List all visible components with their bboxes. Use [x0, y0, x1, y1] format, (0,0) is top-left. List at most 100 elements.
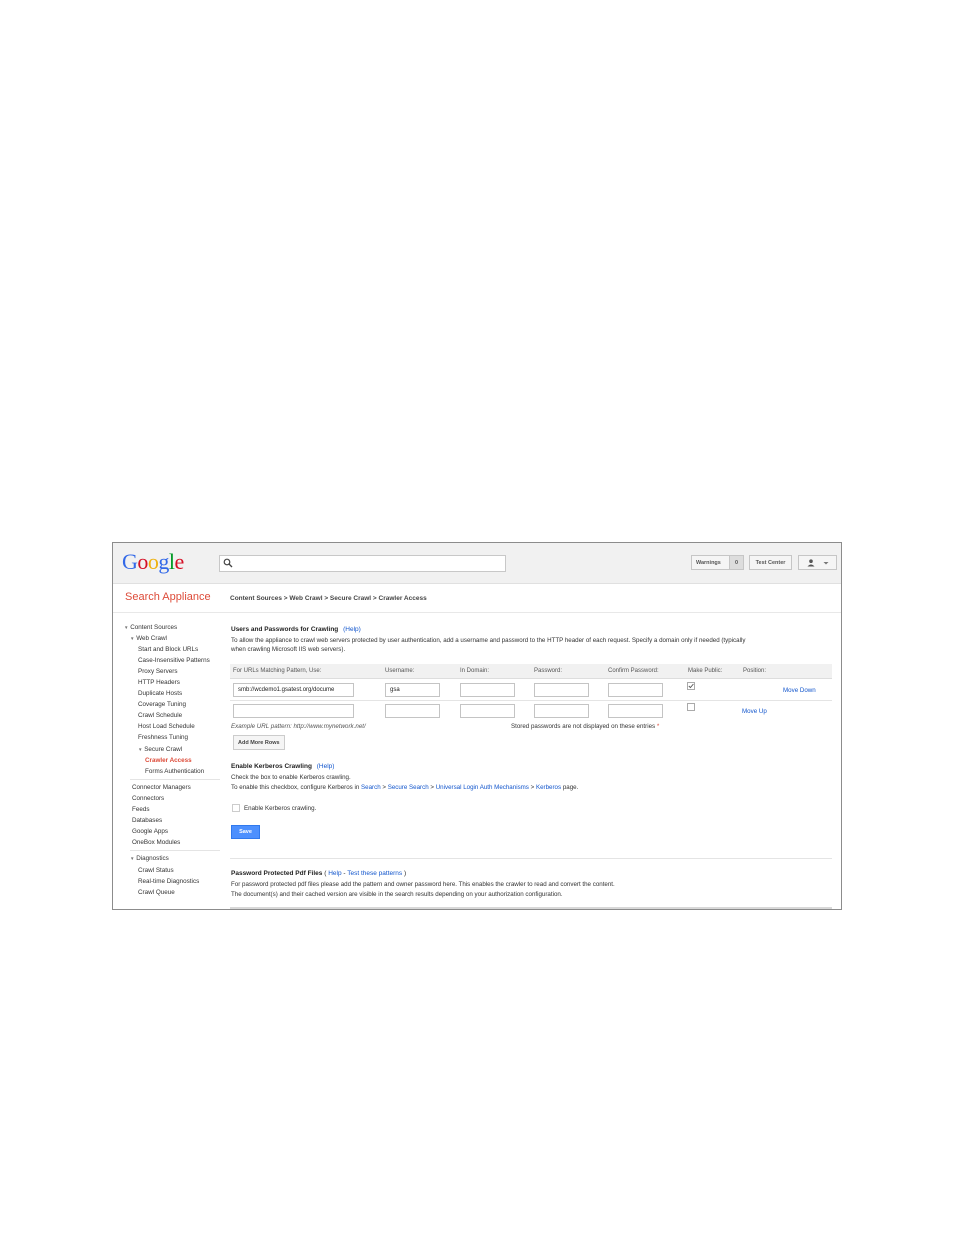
screenshot-frame: Google Warnings 0 Test Center Search App… — [112, 542, 842, 910]
warnings-label: Warnings — [696, 559, 721, 566]
confirm-password-input[interactable] — [608, 683, 663, 697]
col-header-pattern: For URLs Matching Pattern, Use: — [233, 668, 322, 674]
triangle-down-icon: ▼ — [138, 747, 143, 752]
make-public-checkbox[interactable] — [687, 703, 695, 711]
sidebar-item-crawler-access[interactable]: Crawler Access — [145, 757, 192, 764]
sidebar-item-freshness-tuning[interactable]: Freshness Tuning — [138, 734, 188, 741]
sidebar-item-label: Diagnostics — [136, 855, 169, 862]
required-mark: * — [656, 723, 660, 730]
kerberos-description-line1: Check the box to enable Kerberos crawlin… — [231, 774, 351, 781]
confirm-password-input[interactable] — [608, 704, 663, 718]
sidebar-item-crawl-queue[interactable]: Crawl Queue — [138, 889, 175, 896]
sidebar-item-databases[interactable]: Databases — [132, 817, 162, 824]
kerberos-line2-prefix: To enable this checkbox, configure Kerbe… — [231, 784, 360, 791]
search-icon — [223, 558, 233, 568]
pdf-description-line1: For password protected pdf files please … — [231, 881, 615, 888]
enable-kerberos-checkbox[interactable] — [232, 804, 240, 812]
triangle-down-icon: ▼ — [130, 636, 135, 641]
help-link[interactable]: (Help) — [317, 763, 335, 770]
col-header-username: Username: — [385, 668, 415, 674]
username-input[interactable]: gsa — [385, 683, 440, 697]
section-divider — [230, 907, 832, 909]
pattern-input[interactable]: smb://wcdemo1.gsatest.org/docume — [233, 683, 354, 697]
sidebar-divider — [130, 850, 220, 851]
sidebar-item-duplicate-hosts[interactable]: Duplicate Hosts — [138, 690, 182, 697]
sidebar-item-http-headers[interactable]: HTTP Headers — [138, 679, 180, 686]
universal-login-link[interactable]: Universal Login Auth Mechanisms — [436, 784, 529, 791]
col-header-domain: In Domain: — [460, 668, 490, 674]
sidebar-item-onebox-modules[interactable]: OneBox Modules — [132, 839, 180, 846]
google-logo[interactable]: Google — [122, 549, 184, 575]
sidebar-item-google-apps[interactable]: Google Apps — [132, 828, 168, 835]
col-header-position: Position: — [743, 668, 767, 674]
col-header-password: Password: — [534, 668, 563, 674]
help-link[interactable]: (Help) — [343, 626, 361, 633]
sidebar-item-crawl-schedule[interactable]: Crawl Schedule — [138, 712, 182, 719]
user-icon — [807, 558, 814, 566]
triangle-down-icon: ▼ — [130, 856, 135, 861]
sidebar-item-coverage-tuning[interactable]: Coverage Tuning — [138, 701, 186, 708]
password-input[interactable] — [534, 704, 589, 718]
main-content: Users and Passwords for Crawling (Help) … — [230, 613, 834, 909]
save-button[interactable]: Save — [231, 825, 260, 839]
chevron-down-icon — [823, 561, 828, 564]
sidebar-item-host-load-schedule[interactable]: Host Load Schedule — [138, 723, 195, 730]
move-down-link[interactable]: Move Down — [783, 687, 816, 694]
section-title-pdf: Password Protected Pdf Files ( Help - Te… — [231, 870, 407, 877]
sidebar-item-realtime-diagnostics[interactable]: Real-time Diagnostics — [138, 878, 199, 885]
section-divider — [230, 858, 832, 859]
password-input[interactable] — [534, 683, 589, 697]
section-title-text: Users and Passwords for Crawling — [231, 626, 339, 633]
section-title-text: Password Protected Pdf Files — [231, 870, 323, 877]
sidebar-item-crawl-status[interactable]: Crawl Status — [138, 867, 174, 874]
kerberos-description-line2: To enable this checkbox, configure Kerbe… — [231, 784, 579, 791]
pattern-input[interactable] — [233, 704, 354, 718]
move-up-link[interactable]: Move Up — [742, 708, 767, 715]
top-bar: Google Warnings 0 Test Center — [113, 543, 841, 584]
triangle-down-icon: ▼ — [124, 625, 129, 630]
sidebar-item-web-crawl[interactable]: ▼ Web Crawl — [130, 635, 167, 642]
sidebar-item-label: Content Sources — [130, 624, 178, 631]
sidebar-divider — [130, 779, 220, 780]
col-header-make-public: Make Public: — [688, 668, 723, 674]
row-divider — [230, 700, 832, 701]
sidebar-item-secure-crawl[interactable]: ▼ Secure Crawl — [138, 746, 182, 753]
app-title: Search Appliance — [125, 591, 211, 603]
stored-passwords-text: Stored passwords are not displayed on th… — [511, 723, 656, 730]
section-title-kerberos: Enable Kerberos Crawling (Help) — [231, 763, 334, 770]
sidebar-item-case-insensitive[interactable]: Case-Insensitive Patterns — [138, 657, 210, 664]
col-header-confirm-password: Confirm Password: — [608, 668, 659, 674]
test-patterns-link[interactable]: Test these patterns — [347, 870, 402, 877]
secure-search-link[interactable]: Secure Search — [388, 784, 429, 791]
sidebar-item-feeds[interactable]: Feeds — [132, 806, 150, 813]
section-title-users: Users and Passwords for Crawling (Help) — [231, 626, 361, 633]
warnings-button[interactable]: Warnings 0 — [691, 555, 744, 570]
credentials-table-header: For URLs Matching Pattern, Use: Username… — [230, 664, 832, 679]
username-input[interactable] — [385, 704, 440, 718]
sidebar: ▼ Content Sources ▼ Web Crawl Start and … — [113, 613, 223, 909]
make-public-checkbox[interactable] — [687, 682, 695, 690]
users-description-line2: when crawling Microsoft IIS web servers)… — [231, 646, 346, 653]
breadcrumb: Content Sources > Web Crawl > Secure Cra… — [230, 595, 427, 602]
domain-input[interactable] — [460, 704, 515, 718]
test-center-button[interactable]: Test Center — [749, 555, 792, 570]
sidebar-item-forms-authentication[interactable]: Forms Authentication — [145, 768, 204, 775]
sidebar-item-content-sources[interactable]: ▼ Content Sources — [124, 624, 177, 631]
account-menu-button[interactable] — [798, 555, 837, 570]
sidebar-item-proxy-servers[interactable]: Proxy Servers — [138, 668, 178, 675]
sidebar-item-start-block-urls[interactable]: Start and Block URLs — [138, 646, 198, 653]
users-description-line1: To allow the appliance to crawl web serv… — [231, 637, 746, 644]
example-url-pattern: Example URL pattern: http://www.mynetwor… — [231, 723, 366, 730]
kerberos-link[interactable]: Kerberos — [536, 784, 561, 791]
sub-header: Search Appliance Content Sources > Web C… — [113, 584, 841, 613]
search-link[interactable]: Search — [361, 784, 381, 791]
sidebar-item-connector-managers[interactable]: Connector Managers — [132, 784, 191, 791]
help-link[interactable]: Help — [328, 870, 341, 877]
domain-input[interactable] — [460, 683, 515, 697]
sidebar-item-label: Web Crawl — [136, 635, 167, 642]
add-more-rows-button[interactable]: Add More Rows — [233, 735, 285, 750]
search-input[interactable] — [219, 555, 506, 572]
sidebar-item-diagnostics[interactable]: ▼ Diagnostics — [130, 855, 169, 862]
sidebar-item-connectors[interactable]: Connectors — [132, 795, 164, 802]
kerberos-line2-suffix: page. — [562, 784, 579, 791]
